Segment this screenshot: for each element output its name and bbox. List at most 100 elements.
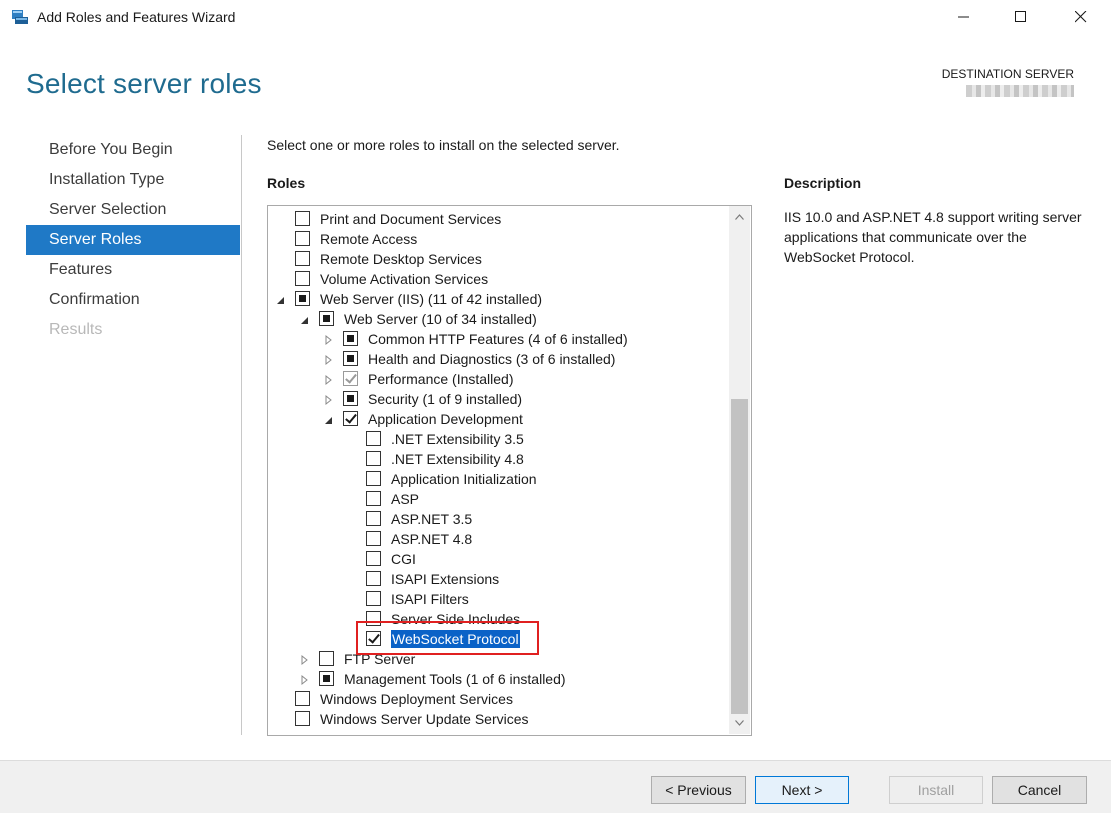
scroll-up-button[interactable] — [729, 207, 750, 227]
role-label[interactable]: Health and Diagnostics (3 of 6 installed… — [368, 350, 615, 368]
role-checkbox[interactable] — [366, 531, 381, 546]
role-label[interactable]: Web Server (IIS) (11 of 42 installed) — [320, 290, 542, 308]
close-button[interactable] — [1058, 0, 1104, 34]
role-row[interactable]: Health and Diagnostics (3 of 6 installed… — [268, 349, 730, 369]
role-checkbox[interactable] — [366, 511, 381, 526]
next-button[interactable]: Next > — [755, 776, 849, 804]
role-checkbox[interactable] — [295, 291, 310, 306]
nav-item-server-selection[interactable]: Server Selection — [26, 195, 240, 225]
role-row[interactable]: Web Server (IIS) (11 of 42 installed) — [268, 289, 730, 309]
roles-tree[interactable]: Print and Document Services Remote Access… — [267, 205, 752, 736]
role-checkbox[interactable] — [319, 311, 334, 326]
role-label[interactable]: Web Server (10 of 34 installed) — [344, 310, 537, 328]
cancel-button[interactable]: Cancel — [992, 776, 1087, 804]
nav-item-installation-type[interactable]: Installation Type — [26, 165, 240, 195]
role-row[interactable]: Common HTTP Features (4 of 6 installed) — [268, 329, 730, 349]
role-checkbox[interactable] — [295, 251, 310, 266]
expand-arrow-icon[interactable] — [324, 393, 334, 406]
role-row[interactable]: Security (1 of 9 installed) — [268, 389, 730, 409]
role-checkbox[interactable] — [295, 271, 310, 286]
role-checkbox[interactable] — [319, 651, 334, 666]
role-row[interactable]: ASP.NET 3.5 — [268, 509, 730, 529]
collapse-arrow-icon[interactable] — [276, 293, 286, 305]
role-row[interactable]: Application Initialization — [268, 469, 730, 489]
role-row[interactable]: ASP.NET 4.8 — [268, 529, 730, 549]
expand-arrow-icon[interactable] — [324, 373, 334, 386]
role-checkbox[interactable] — [343, 351, 358, 366]
role-row[interactable]: Management Tools (1 of 6 installed) — [268, 669, 730, 689]
install-button[interactable]: Install — [889, 776, 983, 804]
role-row[interactable]: ISAPI Extensions — [268, 569, 730, 589]
role-row[interactable]: Application Development — [268, 409, 730, 429]
role-checkbox[interactable] — [343, 331, 358, 346]
role-label[interactable]: .NET Extensibility 4.8 — [391, 450, 524, 468]
role-checkbox[interactable] — [295, 231, 310, 246]
role-label[interactable]: Windows Deployment Services — [320, 690, 513, 708]
nav-item-confirmation[interactable]: Confirmation — [26, 285, 240, 315]
role-row[interactable]: Remote Access — [268, 229, 730, 249]
role-label[interactable]: Management Tools (1 of 6 installed) — [344, 670, 566, 688]
expand-arrow-icon[interactable] — [300, 653, 310, 666]
description-text: IIS 10.0 and ASP.NET 4.8 support writing… — [784, 209, 1082, 265]
nav-item-before-you-begin[interactable]: Before You Begin — [26, 135, 240, 165]
role-checkbox[interactable] — [343, 371, 358, 386]
role-checkbox[interactable] — [295, 211, 310, 226]
websocket-highlight-annotation — [356, 621, 539, 655]
expand-arrow-icon[interactable] — [324, 333, 334, 346]
role-label[interactable]: Remote Access — [320, 230, 417, 248]
role-checkbox[interactable] — [366, 431, 381, 446]
role-label[interactable]: Common HTTP Features (4 of 6 installed) — [368, 330, 628, 348]
expand-arrow-icon[interactable] — [300, 673, 310, 686]
role-row[interactable]: .NET Extensibility 4.8 — [268, 449, 730, 469]
scroll-down-button[interactable] — [729, 713, 750, 733]
role-label[interactable]: Print and Document Services — [320, 210, 501, 228]
role-row[interactable]: Volume Activation Services — [268, 269, 730, 289]
role-checkbox[interactable] — [319, 671, 334, 686]
collapse-arrow-icon[interactable] — [300, 313, 310, 325]
role-label[interactable]: ISAPI Extensions — [391, 570, 499, 588]
role-checkbox[interactable] — [366, 451, 381, 466]
role-label[interactable]: CGI — [391, 550, 416, 568]
role-row[interactable]: CGI — [268, 549, 730, 569]
role-checkbox[interactable] — [366, 571, 381, 586]
role-label[interactable]: ASP.NET 3.5 — [391, 510, 472, 528]
nav-item-server-roles[interactable]: Server Roles — [26, 225, 240, 255]
role-checkbox[interactable] — [366, 471, 381, 486]
role-checkbox[interactable] — [366, 491, 381, 506]
roles-scrollbar[interactable] — [729, 206, 750, 734]
collapse-arrow-icon[interactable] — [324, 413, 334, 425]
role-checkbox[interactable] — [366, 551, 381, 566]
role-checkbox[interactable] — [295, 711, 310, 726]
role-row[interactable]: Windows Server Update Services — [268, 709, 730, 729]
role-label[interactable]: Application Development — [368, 410, 523, 428]
expand-arrow-icon[interactable] — [324, 353, 334, 366]
role-label[interactable]: Remote Desktop Services — [320, 250, 482, 268]
role-label[interactable]: Volume Activation Services — [320, 270, 488, 288]
role-label[interactable]: Windows Server Update Services — [320, 710, 529, 728]
role-label[interactable]: ASP.NET 4.8 — [391, 530, 472, 548]
minimize-button[interactable] — [941, 0, 987, 34]
nav-item-features[interactable]: Features — [26, 255, 240, 285]
role-row[interactable]: .NET Extensibility 3.5 — [268, 429, 730, 449]
role-row[interactable]: ASP — [268, 489, 730, 509]
role-checkbox[interactable] — [343, 391, 358, 406]
previous-button[interactable]: < Previous — [651, 776, 746, 804]
role-label[interactable]: Application Initialization — [391, 470, 537, 488]
role-label[interactable]: Security (1 of 9 installed) — [368, 390, 522, 408]
maximize-icon — [1015, 11, 1026, 22]
role-row[interactable]: Web Server (10 of 34 installed) — [268, 309, 730, 329]
role-row[interactable]: Print and Document Services — [268, 209, 730, 229]
role-label[interactable]: .NET Extensibility 3.5 — [391, 430, 524, 448]
role-row[interactable]: Windows Deployment Services — [268, 689, 730, 709]
role-checkbox[interactable] — [343, 411, 358, 426]
role-checkbox[interactable] — [366, 591, 381, 606]
role-row[interactable]: ISAPI Filters — [268, 589, 730, 609]
scroll-thumb[interactable] — [731, 399, 748, 714]
role-row[interactable]: Remote Desktop Services — [268, 249, 730, 269]
role-row[interactable]: Performance (Installed) — [268, 369, 730, 389]
role-label[interactable]: ASP — [391, 490, 419, 508]
role-checkbox[interactable] — [295, 691, 310, 706]
role-label[interactable]: Performance (Installed) — [368, 370, 514, 388]
role-label[interactable]: ISAPI Filters — [391, 590, 469, 608]
maximize-button[interactable] — [998, 0, 1044, 34]
